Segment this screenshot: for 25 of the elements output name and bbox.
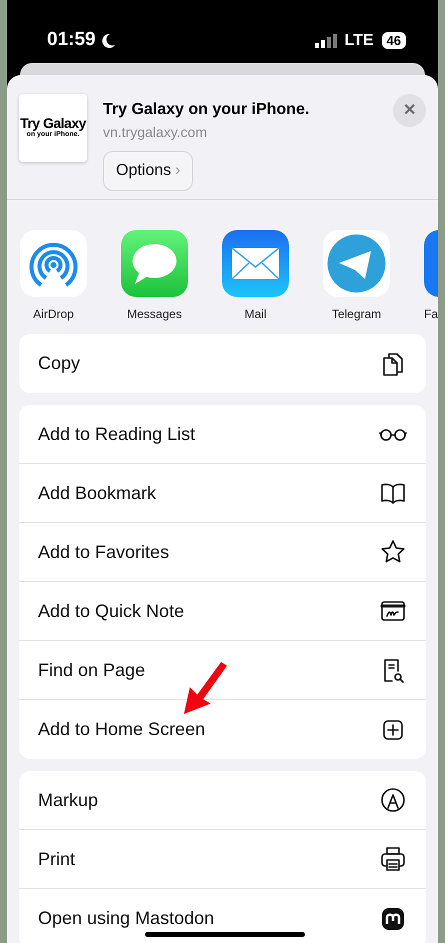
moon-icon [100,32,116,48]
printer-icon [379,845,407,873]
action-row[interactable]: Open using Mastodon [19,889,426,943]
app-icon [20,230,87,297]
battery-level: 46 [382,32,406,49]
close-button[interactable]: ✕ [393,94,426,127]
pen-icon [379,786,407,814]
signal-icon [314,34,336,48]
action-row[interactable]: Add to Home Screen [19,700,426,759]
action-row[interactable]: Add Bookmark [19,464,426,523]
network-label: LTE [344,30,374,50]
action-row[interactable]: Copy [19,334,426,393]
action-row[interactable]: Print [19,830,426,889]
page-title: Try Galaxy on your iPhone. [103,100,310,120]
app-icon [121,230,188,297]
action-row[interactable]: Add to Reading List [19,405,426,464]
options-button[interactable]: Options › [103,151,194,191]
action-row[interactable]: Markup [19,771,426,830]
page-url: vn.trygalaxy.com [103,123,208,142]
app-icon [323,230,390,297]
status-time: 01:59 [47,28,96,52]
action-row[interactable]: Add to Favorites [19,523,426,582]
app-shortcut[interactable]: Fa [424,230,438,350]
action-row[interactable]: Add to Quick Note [19,582,426,641]
app-icon [222,230,289,297]
